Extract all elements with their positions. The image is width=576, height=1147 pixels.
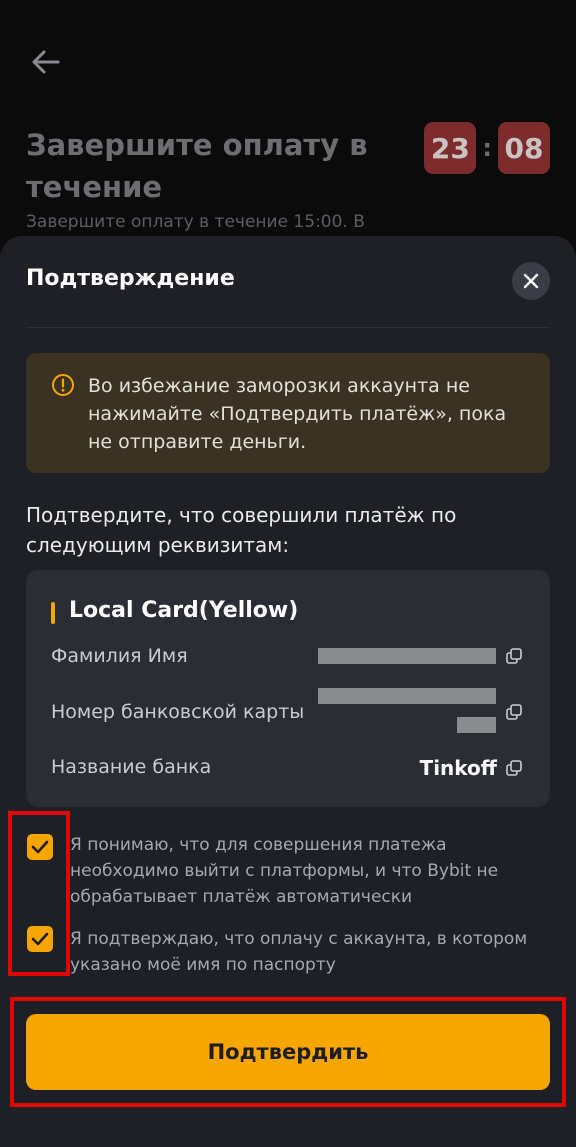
back-arrow-icon[interactable] <box>28 44 64 80</box>
own-account-checkbox-label: Я подтверждаю, что оплачу с аккаунта, в … <box>70 929 528 975</box>
timer-minutes: 23 <box>424 122 477 174</box>
card-accent-bar <box>51 602 55 624</box>
countdown-timer: 23 : 08 <box>424 122 550 174</box>
full-name-label: Фамилия Имя <box>51 645 188 667</box>
payment-deadline-subtitle: Завершите оплату в течение 15:00. В <box>26 212 365 232</box>
warning-text: Во избежание заморозки аккаунта не нажим… <box>88 375 507 453</box>
copy-icon[interactable] <box>505 703 523 721</box>
sheet-title: Подтверждение <box>26 266 235 291</box>
card-number-value-redacted-tail <box>457 717 496 733</box>
header-divider <box>26 327 550 328</box>
close-icon <box>523 273 539 289</box>
button-highlight-frame <box>10 997 566 1107</box>
full-name-value-redacted <box>318 648 496 664</box>
warning-icon <box>52 374 74 396</box>
platform-exit-checkbox-label: Я понимаю, что для совершения платежа не… <box>70 835 499 907</box>
card-number-value-redacted <box>318 688 496 704</box>
timer-seconds: 08 <box>498 122 550 174</box>
confirm-prompt: Подтвердите, что совершили платёж по сле… <box>26 503 457 557</box>
close-button[interactable] <box>512 262 550 300</box>
payment-details-card: Local Card(Yellow) Фамилия Имя Номер бан… <box>26 570 550 807</box>
payment-method-title: Local Card(Yellow) <box>69 598 299 623</box>
bank-name-value: Tinkoff <box>419 756 497 780</box>
copy-icon[interactable] <box>505 647 523 665</box>
payment-deadline-title: Завершите оплату в течение <box>26 128 368 204</box>
bank-name-label: Название банка <box>51 756 212 778</box>
timer-separator: : <box>482 134 492 162</box>
checkbox-highlight-frame <box>8 811 70 976</box>
copy-icon[interactable] <box>505 759 523 777</box>
warning-banner: Во избежание заморозки аккаунта не нажим… <box>26 353 550 473</box>
card-number-label: Номер банковской карты <box>51 701 305 723</box>
